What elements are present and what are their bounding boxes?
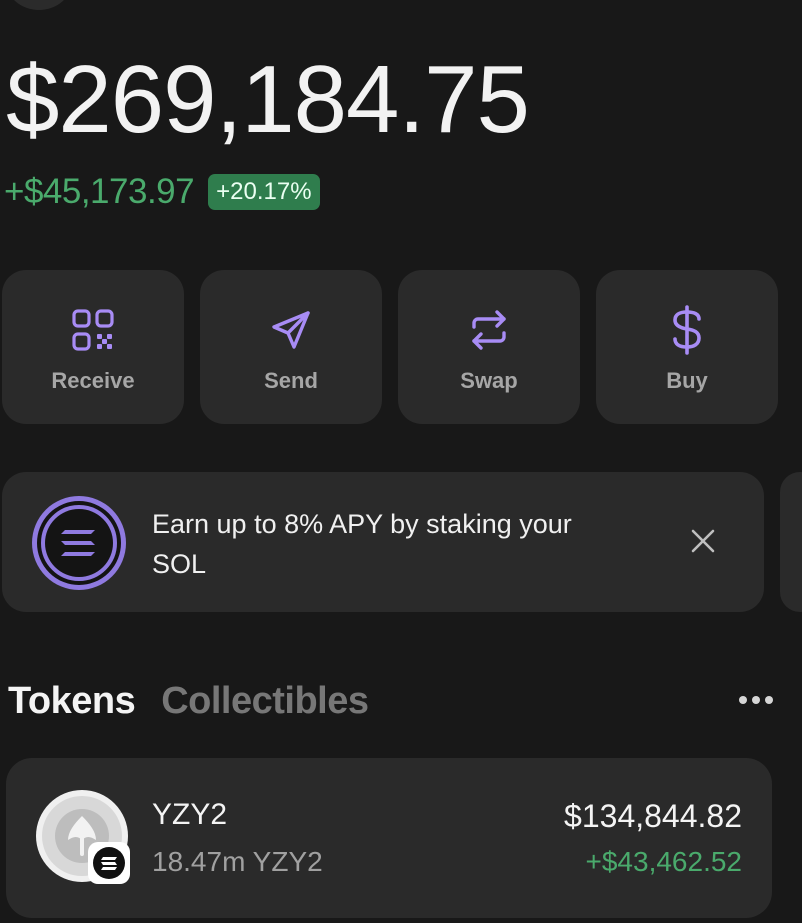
token-name: YZY2 xyxy=(152,798,228,831)
qr-code-icon xyxy=(69,306,117,354)
receive-button[interactable]: Receive xyxy=(2,270,184,424)
header-avatar-button[interactable] xyxy=(6,0,72,10)
receive-label: Receive xyxy=(51,368,135,393)
swap-button[interactable]: Swap xyxy=(398,270,580,424)
more-dot xyxy=(752,696,760,704)
more-dot xyxy=(739,696,747,704)
portfolio-change-row: +$45,173.97 +20.17% xyxy=(4,172,320,212)
token-change: +$43,462.52 xyxy=(585,846,743,877)
token-value: $134,844.82 xyxy=(564,798,742,834)
portfolio-change-badge: +20.17% xyxy=(208,174,320,210)
send-icon xyxy=(267,306,315,354)
tab-tokens[interactable]: Tokens xyxy=(8,680,136,723)
more-horizontal-icon[interactable] xyxy=(734,688,778,712)
buy-button[interactable]: Buy xyxy=(596,270,778,424)
portfolio-change-amount: +$45,173.97 xyxy=(4,172,195,211)
action-buttons: Receive Send Swap Buy xyxy=(2,270,778,424)
solana-icon xyxy=(32,496,126,590)
swap-icon xyxy=(465,306,513,354)
send-label: Send xyxy=(264,368,318,393)
asset-tabs: Tokens Collectibles xyxy=(8,680,369,723)
wallet-screen: $269,184.75 +$45,173.97 +20.17% Receive xyxy=(0,0,802,923)
buy-label: Buy xyxy=(666,368,708,393)
send-button[interactable]: Send xyxy=(200,270,382,424)
swap-label: Swap xyxy=(460,368,518,393)
portfolio-balance: $269,184.75 xyxy=(6,46,530,153)
next-promo-card[interactable] xyxy=(780,472,802,612)
promo-text: Earn up to 8% APY by staking your SOL xyxy=(152,509,572,579)
close-icon[interactable] xyxy=(686,524,720,558)
more-dot xyxy=(765,696,773,704)
chain-badge xyxy=(88,842,130,884)
solana-chain-icon xyxy=(93,847,125,879)
token-row-yzy2[interactable]: YZY2 18.47m YZY2 $134,844.82 +$43,462.52 xyxy=(6,758,772,918)
tab-collectibles[interactable]: Collectibles xyxy=(161,680,369,723)
staking-promo-card[interactable]: Earn up to 8% APY by staking your SOL xyxy=(2,472,764,612)
dollar-icon xyxy=(663,305,711,355)
token-amount: 18.47m YZY2 xyxy=(152,846,323,877)
